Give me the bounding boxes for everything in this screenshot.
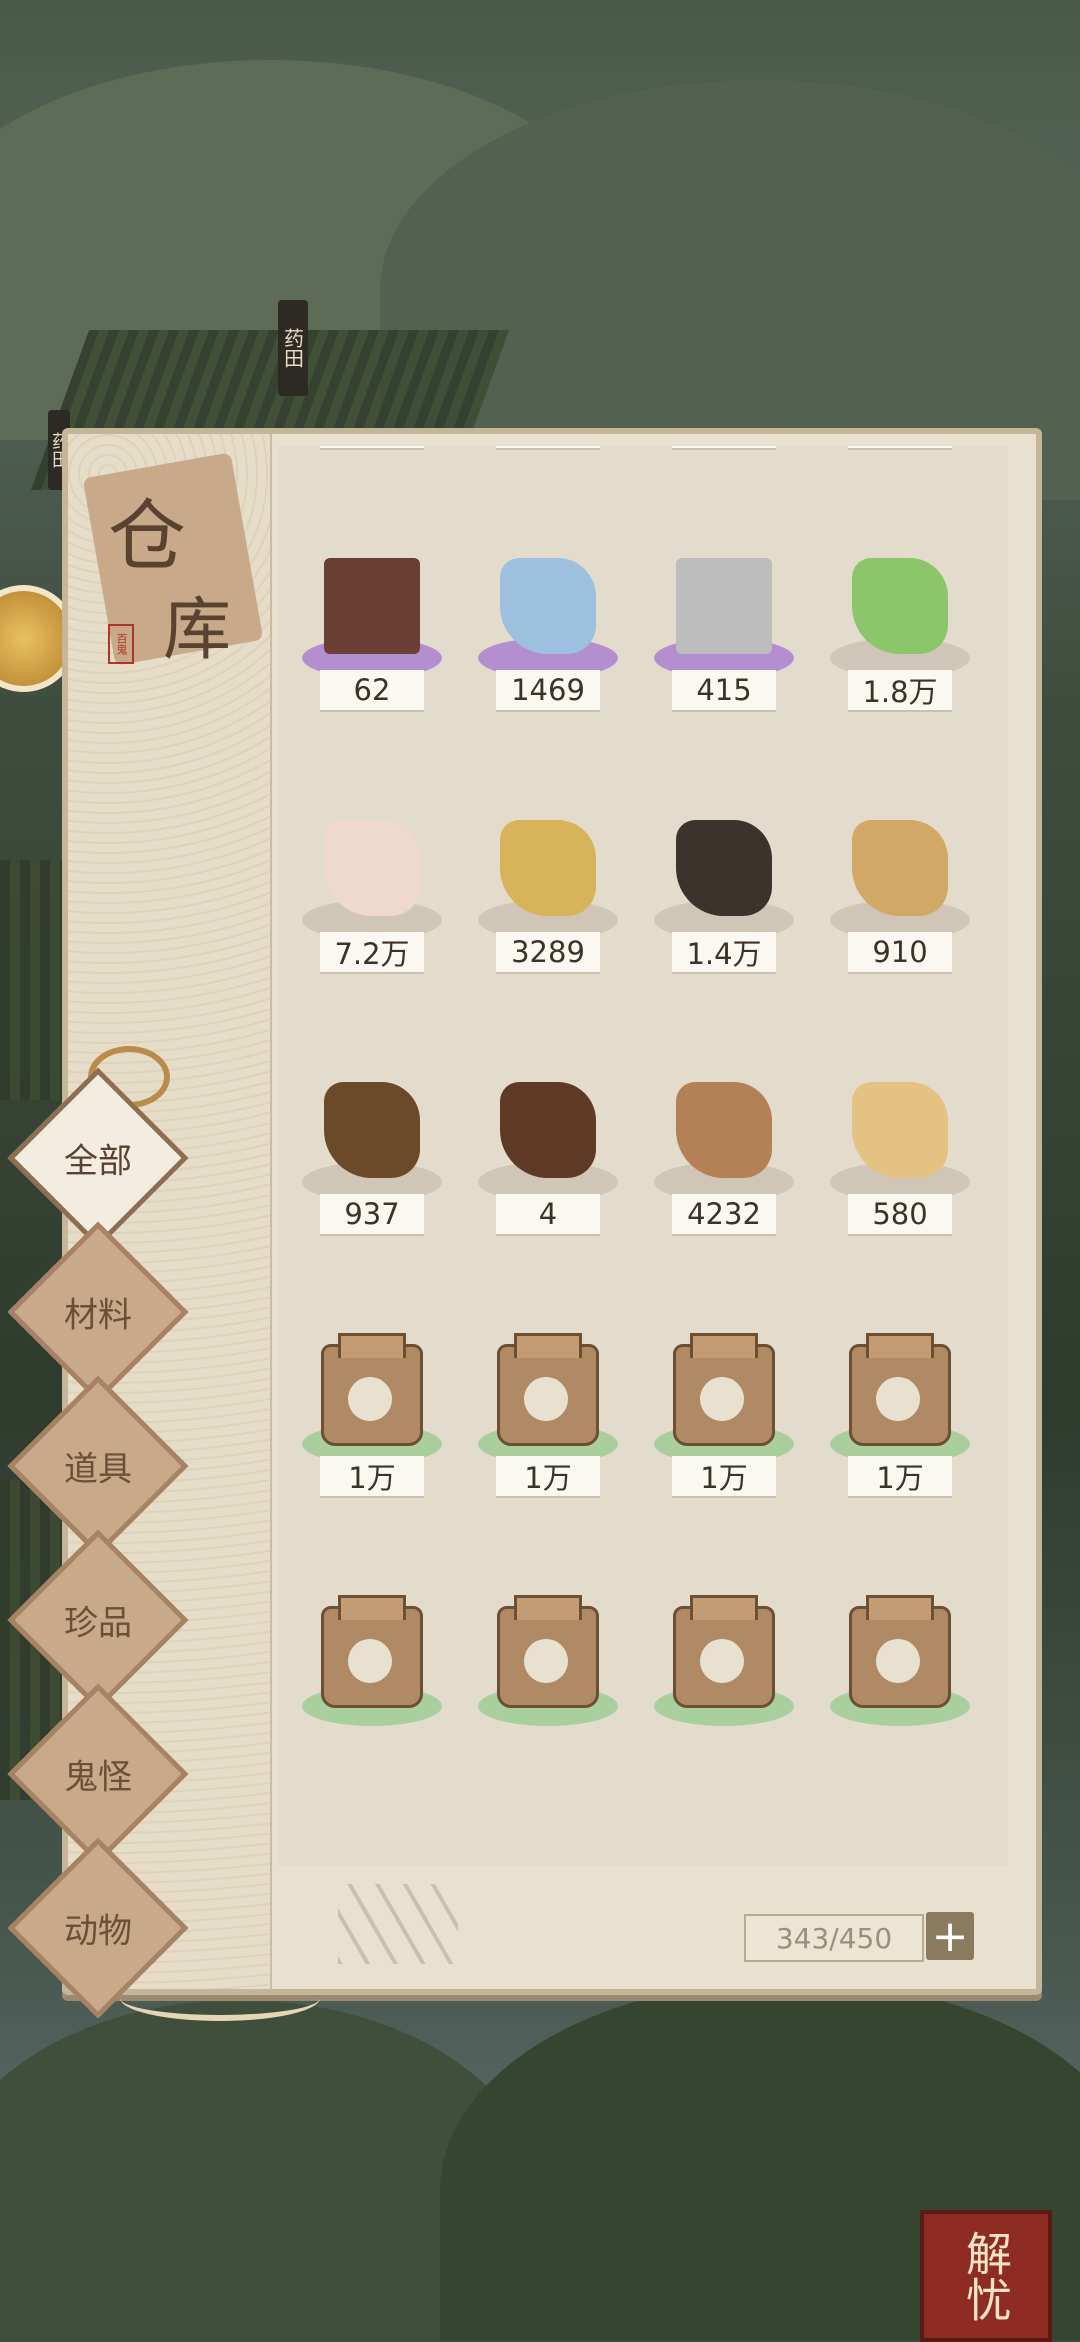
- capacity-display: 343/450: [744, 1914, 924, 1962]
- inventory-scroll-area[interactable]: 2610 5722 204 407 62 1469 415 1.8万 7.2万 3289 1.4万 9…: [278, 446, 1008, 1866]
- tab-label: 鬼怪: [64, 1757, 132, 1798]
- category-tabs: 全部 材料 道具 珍品 鬼怪 动物: [7, 1067, 189, 2019]
- inventory-slot[interactable]: 1.4万: [636, 750, 812, 1012]
- jieyou-button[interactable]: 解忧: [920, 2210, 1052, 2342]
- item-quantity: 1万: [672, 1456, 776, 1496]
- item-quantity: 204: [672, 446, 776, 448]
- item-quantity: 1万: [848, 1456, 952, 1496]
- item-quantity: 580: [848, 1194, 952, 1234]
- item-quantity: 1469: [496, 670, 600, 710]
- warehouse-title-char: 库: [163, 591, 232, 670]
- tab-label: 道具: [64, 1449, 132, 1490]
- item-quantity: 415: [672, 670, 776, 710]
- inventory-slot[interactable]: 4232: [636, 1012, 812, 1274]
- inventory-slot[interactable]: 937: [284, 1012, 460, 1274]
- root-stick-icon: [500, 1082, 596, 1178]
- grey-cube-icon: [676, 558, 772, 654]
- item-quantity: 5722: [496, 446, 600, 448]
- item-quantity: 2610: [320, 446, 424, 448]
- item-quantity: 4: [496, 1194, 600, 1234]
- inventory-slot[interactable]: 1万: [284, 1274, 460, 1536]
- tab-label: 珍品: [64, 1603, 132, 1644]
- cabbage-seed-bag-icon: [497, 1333, 599, 1446]
- inventory-slot[interactable]: 62: [284, 488, 460, 750]
- lingzhi-mushroom-icon: [676, 1082, 772, 1178]
- warehouse-panel: 仓 库 百鬼 全部 材料 道具 珍品 鬼怪 动物 2610 5722 204 407 6…: [7, 428, 1042, 2019]
- dark-bark-icon: [676, 820, 772, 916]
- wheat-seed-bag-icon: [321, 1333, 423, 1446]
- inventory-slot[interactable]: 3289: [460, 750, 636, 1012]
- inventory-slot[interactable]: 7.2万: [284, 750, 460, 1012]
- inventory-slot[interactable]: 1.8万: [812, 488, 988, 750]
- tassel-ornament: [120, 1975, 320, 2021]
- inventory-slot[interactable]: 580: [812, 1012, 988, 1274]
- dried-root-icon: [852, 820, 948, 916]
- item-quantity: 910: [848, 932, 952, 972]
- dried-herb-icon: [324, 1082, 420, 1178]
- blue-rock-icon: [500, 558, 596, 654]
- item-quantity: 407: [848, 446, 952, 448]
- item-quantity: 1万: [496, 1456, 600, 1496]
- ginger-icon: [500, 820, 596, 916]
- inventory-slot[interactable]: [812, 1536, 988, 1798]
- carrot-seed-bag-icon: [321, 1595, 423, 1708]
- inventory-slot[interactable]: 4: [460, 1012, 636, 1274]
- ginseng-icon: [852, 1082, 948, 1178]
- inventory-slot[interactable]: 407: [812, 446, 988, 488]
- inventory-slot[interactable]: 415: [636, 488, 812, 750]
- white-root-slices-icon: [324, 820, 420, 916]
- tab-label: 全部: [64, 1141, 132, 1182]
- brown-cube-icon: [324, 558, 420, 654]
- inventory-footer: 343/450 +: [278, 1874, 1008, 1974]
- inventory-slot[interactable]: 2610: [284, 446, 460, 488]
- inventory-slot[interactable]: [636, 1536, 812, 1798]
- onion-seed-bag-icon: [849, 1595, 951, 1708]
- radish-seed-bag-icon: [673, 1333, 775, 1446]
- item-quantity: 62: [320, 670, 424, 710]
- inventory-slot[interactable]: [284, 1536, 460, 1798]
- medicine-field-sign[interactable]: 药田: [278, 300, 308, 396]
- tab-label: 动物: [64, 1911, 132, 1952]
- inventory-slot[interactable]: [460, 1536, 636, 1798]
- tab-label: 材料: [64, 1295, 132, 1336]
- item-quantity: 3289: [496, 932, 600, 972]
- cabbage-icon: [852, 558, 948, 654]
- inventory-grid: 2610 5722 204 407 62 1469 415 1.8万 7.2万 3289 1.4万 9…: [284, 446, 1004, 1798]
- inventory-slot[interactable]: 5722: [460, 446, 636, 488]
- item-quantity: 1.4万: [672, 932, 776, 972]
- inventory-slot[interactable]: 910: [812, 750, 988, 1012]
- bamboo-decoration: [338, 1884, 458, 1964]
- corn-seed-bag-icon: [849, 1333, 951, 1446]
- bean-seed-bag-icon: [497, 1595, 599, 1708]
- item-quantity: 1万: [320, 1456, 424, 1496]
- item-quantity: 7.2万: [320, 932, 424, 972]
- inventory-slot[interactable]: 1469: [460, 488, 636, 750]
- item-quantity: 4232: [672, 1194, 776, 1234]
- inventory-slot[interactable]: 1万: [636, 1274, 812, 1536]
- item-quantity: 937: [320, 1194, 424, 1234]
- pepper-seed-bag-icon: [673, 1595, 775, 1708]
- item-quantity: 1.8万: [848, 670, 952, 710]
- inventory-slot[interactable]: 1万: [460, 1274, 636, 1536]
- expand-capacity-button[interactable]: +: [926, 1911, 974, 1962]
- warehouse-title-char: 仓: [108, 492, 187, 582]
- inventory-slot[interactable]: 204: [636, 446, 812, 488]
- seal-stamp: 百鬼: [108, 624, 134, 664]
- inventory-slot[interactable]: 1万: [812, 1274, 988, 1536]
